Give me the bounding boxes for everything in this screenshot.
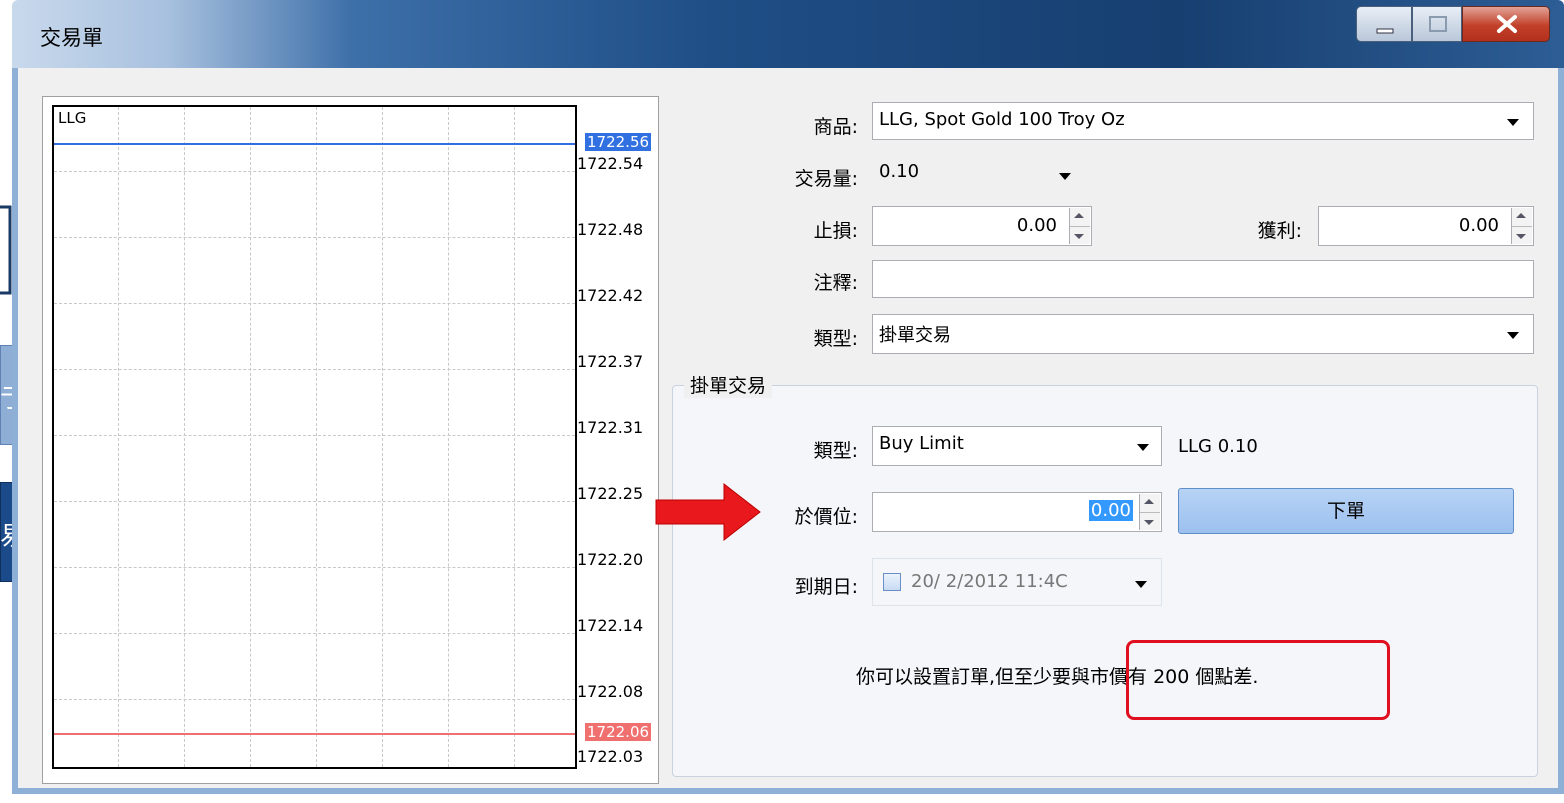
expiry-date-picker[interactable]: 20/ 2/2012 11:4C	[872, 558, 1162, 606]
grid-line	[448, 107, 449, 767]
grid-line	[54, 699, 575, 700]
price-input[interactable]: 0.00	[872, 492, 1162, 532]
grid-line	[54, 171, 575, 172]
minimize-button[interactable]	[1356, 6, 1412, 42]
bid-price-tag: 1722.06	[585, 723, 652, 741]
take-profit-value: 0.00	[1458, 215, 1499, 236]
spin-up-icon	[1074, 213, 1084, 218]
take-profit-spinner[interactable]	[1511, 208, 1532, 244]
chevron-down-icon	[1507, 119, 1519, 126]
order-window: 交易單 LLG 1722.56 1722.06 1722.54 1722.48 …	[12, 0, 1564, 803]
comment-label: 注釋:	[813, 272, 858, 294]
window-title: 交易單	[40, 26, 103, 50]
take-profit-label: 獲利:	[1257, 220, 1302, 242]
spinner-divider	[1140, 512, 1160, 513]
stop-loss-input[interactable]: 0.00	[872, 206, 1092, 246]
chevron-down-icon	[1137, 444, 1149, 451]
pending-order-group-title: 掛單交易	[684, 371, 773, 398]
grid-line	[250, 107, 251, 767]
expiry-date-value: 20/ 2/2012 11:4C	[911, 571, 1068, 592]
comment-input[interactable]	[872, 260, 1534, 298]
close-icon	[1497, 15, 1517, 33]
chevron-down-icon	[1059, 173, 1071, 180]
spinner-divider	[1070, 226, 1090, 227]
grid-line	[54, 435, 575, 436]
maximize-button[interactable]	[1412, 6, 1462, 42]
chevron-down-icon	[1135, 581, 1147, 588]
grid-line	[54, 501, 575, 502]
spin-down-icon	[1516, 234, 1526, 239]
price-tick-label: 1722.20	[577, 550, 644, 569]
symbol-label: 商品:	[813, 116, 858, 138]
spin-down-icon	[1074, 234, 1084, 239]
spin-down-icon	[1144, 520, 1154, 525]
annotation-highlight-box	[1126, 640, 1390, 720]
price-tick-label: 1722.25	[577, 484, 644, 503]
price-value: 0.00	[1088, 500, 1133, 521]
grid-line	[316, 107, 317, 767]
spinner-divider	[1512, 226, 1532, 227]
maximize-icon	[1429, 16, 1447, 32]
annotation-arrow-icon	[655, 482, 761, 542]
expiry-label: 到期日:	[794, 576, 858, 598]
expiry-checkbox[interactable]	[883, 573, 901, 591]
volume-label: 交易量:	[794, 168, 858, 190]
price-tick-label: 1722.54	[577, 154, 644, 173]
ask-price-line	[54, 143, 575, 145]
title-bar[interactable]: 交易單	[12, 0, 1564, 68]
close-button[interactable]	[1462, 6, 1550, 42]
price-tick-label: 1722.31	[577, 418, 644, 437]
chart-plot-area: LLG	[52, 105, 577, 769]
volume-select-value: 0.10	[879, 161, 920, 182]
price-tick-label: 1722.08	[577, 682, 644, 701]
grid-line	[382, 107, 383, 767]
order-type-value: 掛單交易	[879, 325, 951, 346]
price-label: 於價位:	[794, 506, 858, 528]
grid-line	[54, 303, 575, 304]
minimize-icon	[1376, 28, 1394, 34]
volume-select[interactable]: 0.10	[872, 154, 1086, 192]
pending-type-info: LLG 0.10	[1178, 436, 1258, 457]
grid-line	[54, 633, 575, 634]
price-tick-label: 1722.37	[577, 352, 644, 371]
grid-line	[184, 107, 185, 767]
spin-up-icon	[1516, 213, 1526, 218]
grid-line	[54, 237, 575, 238]
chart-symbol-label: LLG	[58, 109, 87, 127]
spin-up-icon	[1144, 499, 1154, 504]
symbol-select-value: LLG, Spot Gold 100 Troy Oz	[879, 109, 1125, 130]
stop-loss-value: 0.00	[1016, 215, 1057, 236]
price-spinner[interactable]	[1139, 494, 1160, 530]
pending-type-select[interactable]: Buy Limit	[872, 426, 1162, 466]
grid-line	[54, 567, 575, 568]
pending-type-label: 類型:	[813, 440, 858, 462]
order-type-select[interactable]: 掛單交易	[872, 314, 1534, 354]
place-order-button[interactable]: 下單	[1178, 488, 1514, 534]
chevron-down-icon	[1507, 332, 1519, 339]
stop-loss-label: 止損:	[813, 220, 858, 242]
bid-price-line	[54, 733, 575, 735]
price-tick-label: 1722.03	[577, 747, 644, 766]
grid-line	[54, 369, 575, 370]
symbol-select[interactable]: LLG, Spot Gold 100 Troy Oz	[872, 102, 1534, 140]
price-tick-label: 1722.48	[577, 220, 644, 239]
stop-loss-spinner[interactable]	[1069, 208, 1090, 244]
price-tick-label: 1722.14	[577, 616, 644, 635]
price-chart: LLG 1722.56 1722.06 1722.54 1722.48 1722…	[42, 96, 659, 784]
grid-line	[118, 107, 119, 767]
ask-price-tag: 1722.56	[585, 133, 652, 151]
pending-type-value: Buy Limit	[879, 433, 964, 454]
take-profit-input[interactable]: 0.00	[1318, 206, 1534, 246]
window-client: LLG 1722.56 1722.06 1722.54 1722.48 1722…	[12, 68, 1564, 794]
grid-line	[514, 107, 515, 767]
order-type-label: 類型:	[813, 328, 858, 350]
price-tick-label: 1722.42	[577, 286, 644, 305]
